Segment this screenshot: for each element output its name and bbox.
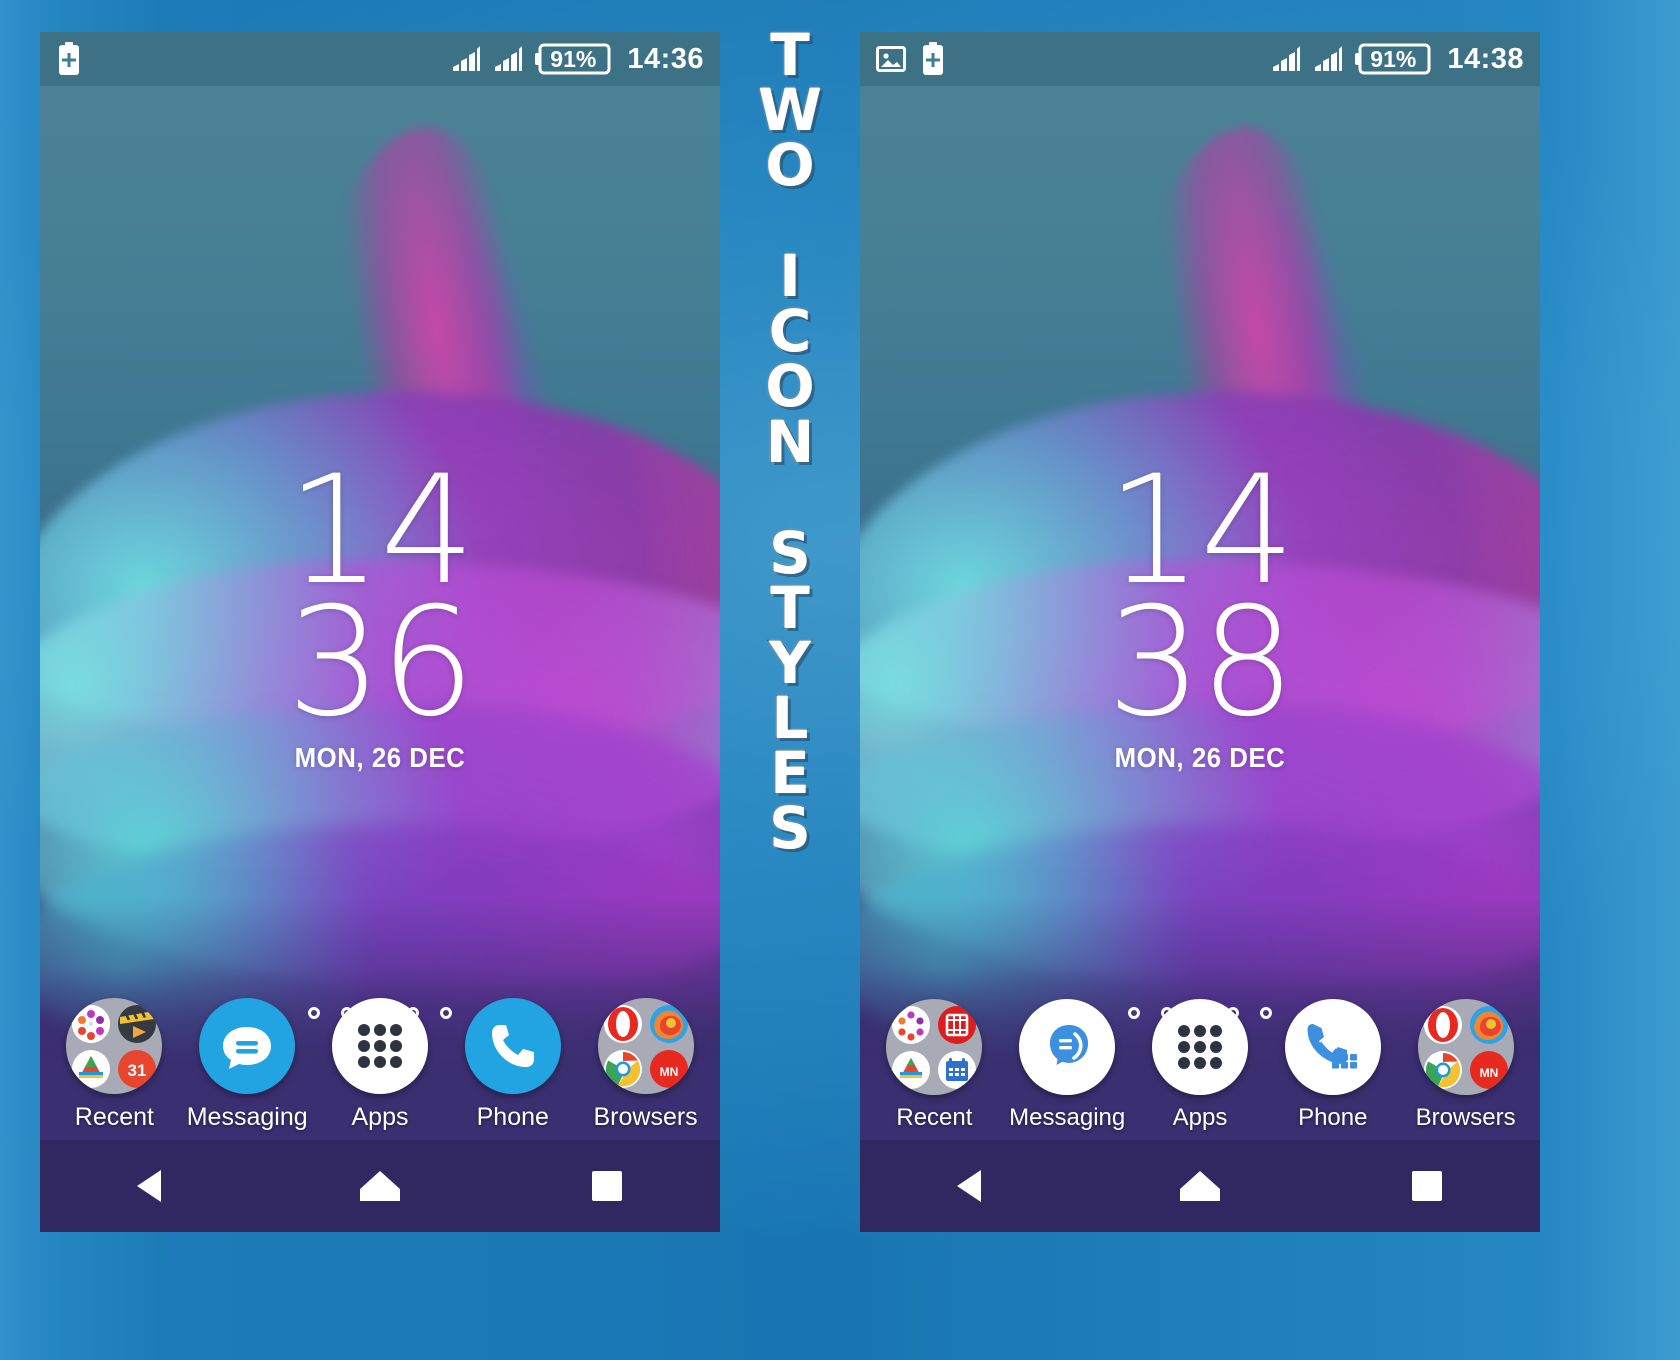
dock-item-apps[interactable]: Apps [1136, 999, 1264, 1132]
firefox-mini-icon [1469, 1006, 1508, 1044]
dock-item-phone[interactable]: Phone [449, 998, 577, 1132]
chrome-mini-icon [603, 1050, 642, 1088]
dock-item-apps[interactable]: Apps [316, 998, 444, 1132]
phone-icon[interactable] [464, 998, 561, 1094]
dock-label: Recent [74, 1103, 154, 1131]
dock-label: Browsers [593, 1103, 698, 1131]
clock-widget-right[interactable]: 14 38 MON, 26 DEC [860, 456, 1540, 774]
opera-mini-icon [603, 1005, 642, 1043]
back-icon[interactable] [913, 1140, 1033, 1232]
photo-icon [876, 45, 906, 73]
dock-label: Apps [1172, 1104, 1228, 1131]
firefox-mini-icon [649, 1005, 688, 1043]
album-mini-icon [72, 1050, 111, 1088]
messaging-icon[interactable] [199, 998, 296, 1094]
folder-browsers-icon[interactable]: MN [597, 998, 694, 1094]
calendar-mini-icon: 31 [118, 1050, 157, 1088]
battery-status-icon: 91% [535, 43, 611, 75]
recents-icon[interactable] [1367, 1140, 1487, 1232]
signal-bars-sim2-icon [1313, 45, 1343, 73]
back-icon[interactable] [93, 1140, 213, 1232]
status-bar-clock: 14:36 [627, 42, 704, 75]
banner-word-two: T W O [757, 21, 823, 200]
folder-browsers-icon[interactable]: MN [1417, 999, 1514, 1095]
movie-studio-mini-icon [118, 1005, 157, 1043]
folder-recent-icon[interactable]: 31 [66, 998, 163, 1094]
dock-item-recent[interactable]: Recent [870, 999, 998, 1132]
dock-left: 31 Recent Messaging Apps Phone MN Browse… [40, 998, 720, 1132]
gallery-mini-icon [72, 1005, 111, 1043]
dock-right: Recent Messaging Apps Phone MN Browsers [860, 999, 1540, 1132]
svg-text:MN: MN [659, 1065, 678, 1079]
opera-mini-browser-icon: MN [1469, 1051, 1508, 1089]
calendar-mini-icon [938, 1051, 977, 1089]
messaging-icon[interactable] [1019, 999, 1116, 1095]
status-bar-clock: 14:38 [1447, 42, 1524, 75]
clock-date: MON, 26 DEC [1114, 742, 1286, 773]
dock-label: Messaging [186, 1103, 308, 1131]
folder-recent-icon[interactable] [886, 999, 983, 1095]
banner-word-icon: I C O N [764, 242, 815, 476]
dock-item-messaging[interactable]: Messaging [1003, 999, 1131, 1132]
dock-label: Phone [476, 1103, 549, 1131]
dock-label: Messaging [1009, 1104, 1126, 1131]
clock-minutes: 38 [1106, 576, 1296, 750]
screenshot-canvas: 91% 14:36 14 36 MON, 26 DEC 31 Recent Me… [0, 0, 1680, 1360]
battery-percent-label: 91% [550, 45, 597, 72]
app-drawer-icon[interactable] [331, 998, 428, 1094]
battery-percent-label: 91% [1370, 45, 1417, 72]
phone-icon[interactable] [1284, 999, 1381, 1095]
signal-bars-sim2-icon [493, 45, 523, 73]
clock-widget-left[interactable]: 14 36 MON, 26 DEC [40, 456, 720, 774]
signal-bars-sim1-icon [451, 45, 481, 73]
dock-label: Browsers [1415, 1104, 1516, 1131]
chrome-mini-icon [1423, 1051, 1462, 1089]
opera-mini-icon [1423, 1006, 1462, 1044]
dock-label: Apps [351, 1103, 409, 1131]
recents-icon[interactable] [547, 1140, 667, 1232]
dock-item-messaging[interactable]: Messaging [183, 998, 311, 1132]
phone-screenshot-left: 91% 14:36 14 36 MON, 26 DEC 31 Recent Me… [40, 32, 720, 1232]
album-mini-icon [892, 1051, 931, 1089]
svg-text:31: 31 [128, 1061, 147, 1080]
gallery-mini-icon [892, 1006, 931, 1044]
banner-two-icon-styles: T W O I C O N S T Y L E S [728, 0, 852, 1360]
navigation-bar-left [40, 1140, 720, 1232]
navigation-bar-right [860, 1140, 1540, 1232]
dock-item-recent[interactable]: 31 Recent [50, 998, 178, 1132]
clock-date: MON, 26 DEC [294, 742, 466, 773]
app-drawer-icon[interactable] [1151, 999, 1248, 1095]
phone-screenshot-right: 91% 14:38 14 38 MON, 26 DEC Recent Messa… [860, 32, 1540, 1232]
battery-status-icon: 91% [1355, 43, 1431, 75]
opera-mini-browser-icon: MN [649, 1050, 688, 1088]
battery-plus-icon [56, 42, 82, 76]
dock-label: Recent [896, 1104, 973, 1131]
clock-minutes: 36 [286, 576, 476, 750]
status-bar-right: 91% 14:38 [860, 32, 1540, 86]
battery-plus-icon [920, 42, 946, 76]
status-bar-left: 91% 14:36 [40, 32, 720, 86]
banner-word-styles: S T Y L E S [768, 518, 812, 863]
home-icon[interactable] [320, 1140, 440, 1232]
dock-label: Phone [1298, 1104, 1368, 1131]
dock-item-browsers[interactable]: MN Browsers [582, 998, 710, 1132]
dock-item-phone[interactable]: Phone [1269, 999, 1397, 1132]
signal-bars-sim1-icon [1271, 45, 1301, 73]
svg-text:MN: MN [1479, 1066, 1498, 1080]
dock-item-browsers[interactable]: MN Browsers [1402, 999, 1530, 1132]
movie-studio-mini-icon [938, 1006, 977, 1044]
home-icon[interactable] [1140, 1140, 1260, 1232]
